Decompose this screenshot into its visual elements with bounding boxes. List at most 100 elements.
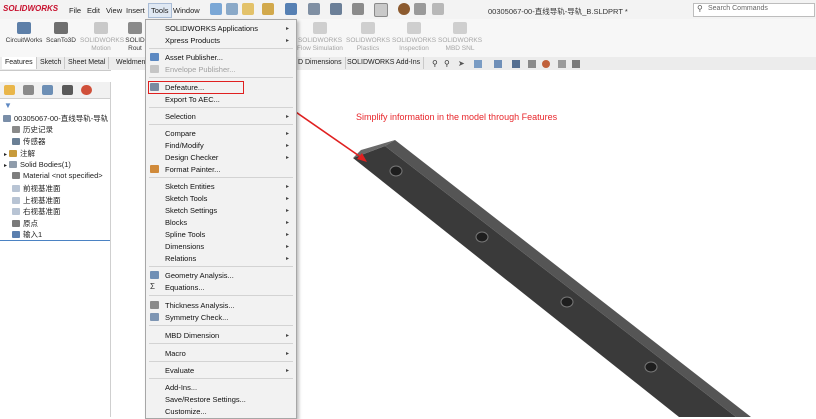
save-icon[interactable] — [285, 3, 297, 15]
expand-arrow-icon[interactable]: ▸ — [4, 152, 7, 158]
menu-item-export-to-aec[interactable]: Export To AEC... — [165, 95, 220, 104]
search-commands[interactable]: ⚲ Search Commands — [693, 3, 815, 17]
tree-item-right-plane[interactable]: 右视基准面 — [12, 206, 61, 217]
menu-divider — [149, 343, 293, 344]
pin-icon[interactable] — [210, 3, 222, 15]
menu-item-thickness-analysis[interactable]: Thickness Analysis... — [165, 301, 235, 310]
flow-simulation-button[interactable]: SOLIDWORKS Flow Simulation — [296, 22, 344, 53]
menu-item-envelope-publisher[interactable]: Envelope Publisher... — [165, 65, 235, 74]
filter-icon[interactable]: ▼ — [4, 101, 12, 110]
tree-item-origin[interactable]: 原点 — [12, 218, 38, 229]
tree-item-label: 前视基准面 — [23, 184, 61, 193]
menu-item-equations[interactable]: Equations... — [165, 283, 205, 292]
tree-item-label: Material <not specified> — [23, 171, 103, 180]
menu-item-mbd-dimension[interactable]: MBD Dimension — [165, 331, 219, 340]
mounting-hole — [389, 165, 403, 177]
menu-item-save-restore-settings[interactable]: Save/Restore Settings... — [165, 395, 246, 404]
configuration-manager-tab-icon[interactable] — [42, 85, 53, 95]
menu-window[interactable]: Window — [173, 6, 200, 15]
menu-divider — [149, 177, 293, 178]
menu-item-spline-tools[interactable]: Spline Tools — [165, 230, 205, 239]
inspection-button[interactable]: SOLIDWORKS Inspection — [392, 22, 436, 53]
menu-item-customize[interactable]: Customize... — [165, 407, 207, 416]
menu-item-asset-publisher[interactable]: Asset Publisher... — [165, 53, 223, 62]
tree-item-history[interactable]: 历史记录 — [12, 124, 53, 135]
select-arrow-icon[interactable] — [374, 3, 388, 17]
menu-item-format-painter[interactable]: Format Painter... — [165, 165, 220, 174]
menu-item-macro[interactable]: Macro — [165, 349, 186, 358]
plastics-button[interactable]: SOLIDWORKS Plastics — [346, 22, 390, 53]
menu-file[interactable]: File — [69, 6, 81, 15]
view-options-icon[interactable] — [432, 3, 444, 15]
tree-root[interactable]: 00305067-00-直线导轨-导轨 — [3, 113, 108, 124]
dimxpert-tab-icon[interactable] — [62, 85, 73, 95]
tree-item-front-plane[interactable]: 前视基准面 — [12, 183, 61, 194]
display-icon[interactable] — [572, 60, 580, 68]
menu-item-evaluate[interactable]: Evaluate — [165, 366, 194, 375]
tree-item-material[interactable]: Material <not specified> — [12, 171, 103, 180]
rebuild-icon[interactable] — [398, 3, 410, 15]
menu-tools[interactable]: Tools — [148, 3, 172, 18]
menu-edit[interactable]: Edit — [87, 6, 100, 15]
menu-item-relations[interactable]: Relations — [165, 254, 196, 263]
print-icon[interactable] — [308, 3, 320, 15]
previous-view-icon[interactable]: ➤ — [458, 59, 465, 68]
view-orientation-icon[interactable] — [494, 60, 502, 68]
scanto3d-button[interactable]: ScanTo3D — [44, 22, 78, 44]
tab-dimensions[interactable]: D Dimensions — [295, 57, 346, 69]
circuitworks-button[interactable]: CircuitWorks — [4, 22, 44, 44]
zoom-area-icon[interactable]: ⚲ — [444, 59, 450, 68]
appearance-icon[interactable] — [542, 60, 550, 68]
menu-item-solidworks-applications[interactable]: SOLIDWORKS Applications — [165, 24, 258, 33]
tree-item-sensors[interactable]: 传感器 — [12, 136, 46, 147]
menu-item-xpress-products[interactable]: Xpress Products — [165, 36, 220, 45]
zoom-fit-icon[interactable]: ⚲ — [432, 59, 438, 68]
hide-show-icon[interactable] — [528, 60, 536, 68]
tab-sheet-metal[interactable]: Sheet Metal — [65, 57, 110, 69]
display-style-icon[interactable] — [512, 60, 520, 68]
asset-publisher-icon — [150, 53, 159, 61]
menu-item-sketch-settings[interactable]: Sketch Settings — [165, 206, 217, 215]
menu-item-compare[interactable]: Compare — [165, 129, 196, 138]
tab-features[interactable]: Features — [2, 57, 37, 69]
menu-item-selection[interactable]: Selection — [165, 112, 196, 121]
rollback-bar[interactable] — [0, 240, 110, 241]
property-manager-tab-icon[interactable] — [23, 85, 34, 95]
scene-icon[interactable] — [558, 60, 566, 68]
menu-item-geometry-analysis[interactable]: Geometry Analysis... — [165, 271, 234, 280]
menu-item-add-ins[interactable]: Add-Ins... — [165, 383, 197, 392]
thickness-analysis-icon — [150, 301, 159, 309]
submenu-arrow-icon: ▸ — [286, 26, 290, 32]
feature-manager-tab-icon[interactable] — [4, 85, 15, 95]
tree-item-top-plane[interactable]: 上视基准面 — [12, 195, 61, 206]
home-icon[interactable] — [226, 3, 238, 15]
undo-icon[interactable] — [330, 3, 342, 15]
tab-sketch[interactable]: Sketch — [37, 57, 66, 69]
solidworks-routing-button[interactable]: SOLID Rout — [123, 22, 147, 53]
tree-item-import1[interactable]: 输入1 — [12, 229, 42, 240]
menu-item-symmetry-check[interactable]: Symmetry Check... — [165, 313, 228, 322]
tree-item-annotations[interactable]: ▸ 注解 — [4, 148, 35, 159]
menu-item-design-checker[interactable]: Design Checker — [165, 153, 218, 162]
redo-icon[interactable] — [352, 3, 364, 15]
solidworks-motion-button[interactable]: SOLIDWORKS Motion — [80, 22, 124, 53]
menu-divider — [149, 325, 293, 326]
section-view-icon[interactable] — [474, 60, 482, 68]
menu-view[interactable]: View — [106, 6, 122, 15]
submenu-arrow-icon: ▸ — [286, 184, 290, 190]
menu-item-defeature[interactable]: Defeature... — [165, 83, 204, 92]
expand-arrow-icon[interactable]: ▸ — [4, 163, 7, 169]
menu-insert[interactable]: Insert — [126, 6, 145, 15]
new-file-icon[interactable] — [242, 3, 254, 15]
menu-item-dimensions[interactable]: Dimensions — [165, 242, 204, 251]
options-icon[interactable] — [414, 3, 426, 15]
display-manager-tab-icon[interactable] — [81, 85, 92, 95]
mbd-snl-button[interactable]: SOLIDWORKS MBD SNL — [438, 22, 482, 53]
tree-item-solid-bodies[interactable]: ▸ Solid Bodies(1) — [4, 160, 71, 169]
menu-item-sketch-entities[interactable]: Sketch Entities — [165, 182, 215, 191]
tab-solidworks-addins[interactable]: SOLIDWORKS Add-Ins — [344, 57, 425, 69]
open-icon[interactable] — [262, 3, 274, 15]
menu-item-sketch-tools[interactable]: Sketch Tools — [165, 194, 207, 203]
menu-item-find-modify[interactable]: Find/Modify — [165, 141, 204, 150]
menu-item-blocks[interactable]: Blocks — [165, 218, 187, 227]
